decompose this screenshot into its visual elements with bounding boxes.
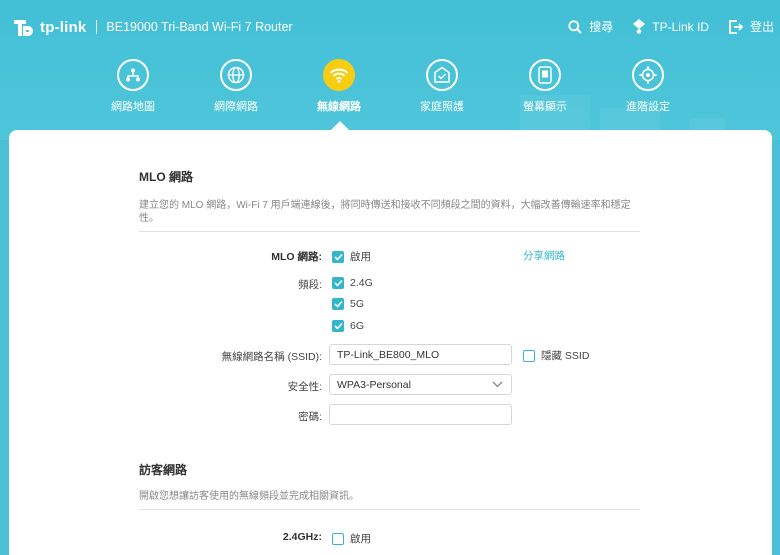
guest-24ghz-checkbox[interactable]: 啟用: [332, 531, 371, 546]
screen-icon: [529, 59, 561, 91]
search-button[interactable]: 搜尋: [568, 18, 613, 35]
hide-ssid-checkbox[interactable]: 隱藏 SSID: [523, 348, 589, 363]
security-value: WPA3-Personal: [337, 378, 411, 391]
field-label: 無線網路名稱 (SSID):: [221, 351, 322, 363]
logout-button[interactable]: 登出: [729, 18, 774, 35]
field-label: MLO 網路:: [271, 251, 322, 263]
gear-icon: [632, 59, 664, 91]
logout-label: 登出: [749, 20, 774, 34]
logo-text: tp-link: [40, 18, 87, 36]
guest-24ghz-row: 2.4GHz:: [9, 529, 322, 545]
nav-homeshield[interactable]: 家庭照護: [397, 56, 487, 114]
checkbox-checked-icon: [332, 250, 344, 263]
tplink-id-button[interactable]: TP-Link ID: [633, 19, 709, 34]
checkbox-label: 6G: [350, 320, 365, 332]
checkbox-checked-icon: [332, 320, 344, 332]
ssid-input[interactable]: TP-Link_BE800_MLO: [329, 344, 512, 365]
nav-label: 螢幕顯示: [523, 101, 567, 113]
checkbox-label: 啟用: [350, 533, 371, 545]
checkbox-checked-icon: [332, 298, 344, 310]
ssid-value: TP-Link_BE800_MLO: [337, 348, 440, 361]
globe-icon: [220, 59, 252, 91]
checkbox-label: 啟用: [350, 251, 371, 263]
band-2g-checkbox[interactable]: 2.4G: [332, 277, 373, 289]
checkbox-label: 5G: [350, 298, 365, 310]
share-network-link[interactable]: 分享網路: [523, 248, 565, 263]
tp-link-logo-icon: [10, 14, 36, 40]
section-title: 訪客網路: [139, 463, 188, 477]
password-input[interactable]: [329, 404, 512, 425]
nav-label: 家庭照護: [420, 101, 464, 113]
guest-section: 訪客網路 開啟您想讓訪客使用的無線頻段並完成相關資訊。: [139, 461, 640, 510]
wifi-icon: [323, 59, 355, 91]
ssid-row: 無線網路名稱 (SSID):: [9, 347, 322, 363]
security-select[interactable]: WPA3-Personal: [329, 374, 512, 395]
mlo-network-row: MLO 網路:: [9, 247, 322, 263]
router-model: BE19000 Tri-Band Wi-Fi 7 Router: [106, 20, 293, 34]
nav-advanced[interactable]: 進階設定: [603, 56, 693, 114]
mlo-section: MLO 網路 建立您的 MLO 網路，Wi-Fi 7 用戶端連線後，將同時傳送和…: [139, 168, 640, 232]
section-title: MLO 網路: [139, 170, 193, 184]
active-nav-indicator: [331, 121, 349, 130]
field-label: 安全性:: [287, 381, 322, 393]
tplink-id-label: TP-Link ID: [652, 19, 709, 34]
divider: [139, 231, 640, 232]
field-label: 2.4GHz:: [282, 531, 322, 543]
logo-divider: [96, 20, 98, 34]
nav-label: 網路地圖: [111, 101, 155, 113]
divider: [139, 509, 640, 510]
nav-screen[interactable]: 螢幕顯示: [500, 56, 590, 114]
search-label: 搜尋: [589, 20, 614, 34]
checkbox-unchecked-icon: [332, 532, 344, 545]
account-icon: [633, 19, 646, 34]
content-card: MLO 網路 建立您的 MLO 網路，Wi-Fi 7 用戶端連線後，將同時傳送和…: [9, 130, 772, 555]
chevron-down-icon: [492, 381, 503, 388]
password-row: 密碼:: [9, 407, 322, 423]
band-row: 頻段:: [9, 275, 322, 291]
share-network-label: 分享網路: [523, 250, 565, 262]
field-label: 密碼:: [298, 411, 322, 423]
checkbox-checked-icon: [332, 277, 344, 289]
nav-wireless[interactable]: 無線網路: [294, 56, 384, 114]
brand-logo[interactable]: tp-link BE19000 Tri-Band Wi-Fi 7 Router: [10, 14, 293, 40]
nav-label: 網際網路: [214, 101, 258, 113]
nav-label: 無線網路: [317, 101, 361, 113]
home-shield-icon: [426, 59, 458, 91]
logout-icon: [729, 19, 743, 34]
band-5g-checkbox[interactable]: 5G: [332, 298, 364, 310]
checkbox-label: 2.4G: [350, 277, 373, 289]
network-map-icon: [117, 59, 149, 91]
top-actions: 搜尋 TP-Link ID 登出: [548, 18, 774, 35]
nav-label: 進階設定: [626, 101, 670, 113]
security-row: 安全性:: [9, 377, 322, 393]
section-description: 開啟您想讓訪客使用的無線頻段並完成相關資訊。: [139, 491, 359, 502]
checkbox-unchecked-icon: [523, 349, 535, 362]
section-description: 建立您的 MLO 網路，Wi-Fi 7 用戶端連線後，將同時傳送和接收不同頻段之…: [139, 200, 631, 224]
band-6g-checkbox[interactable]: 6G: [332, 320, 364, 332]
search-icon: [568, 19, 582, 34]
nav-network-map[interactable]: 網路地圖: [88, 56, 178, 114]
checkbox-label: 隱藏 SSID: [541, 350, 590, 362]
nav-internet[interactable]: 網際網路: [191, 56, 281, 114]
field-label: 頻段:: [298, 279, 322, 291]
main-nav: 網路地圖 網際網路 無線網路 家庭照護 螢幕顯示 進階設定: [0, 56, 780, 136]
header-bar: tp-link BE19000 Tri-Band Wi-Fi 7 Router …: [0, 0, 780, 140]
mlo-enable-checkbox[interactable]: 啟用: [332, 249, 371, 264]
